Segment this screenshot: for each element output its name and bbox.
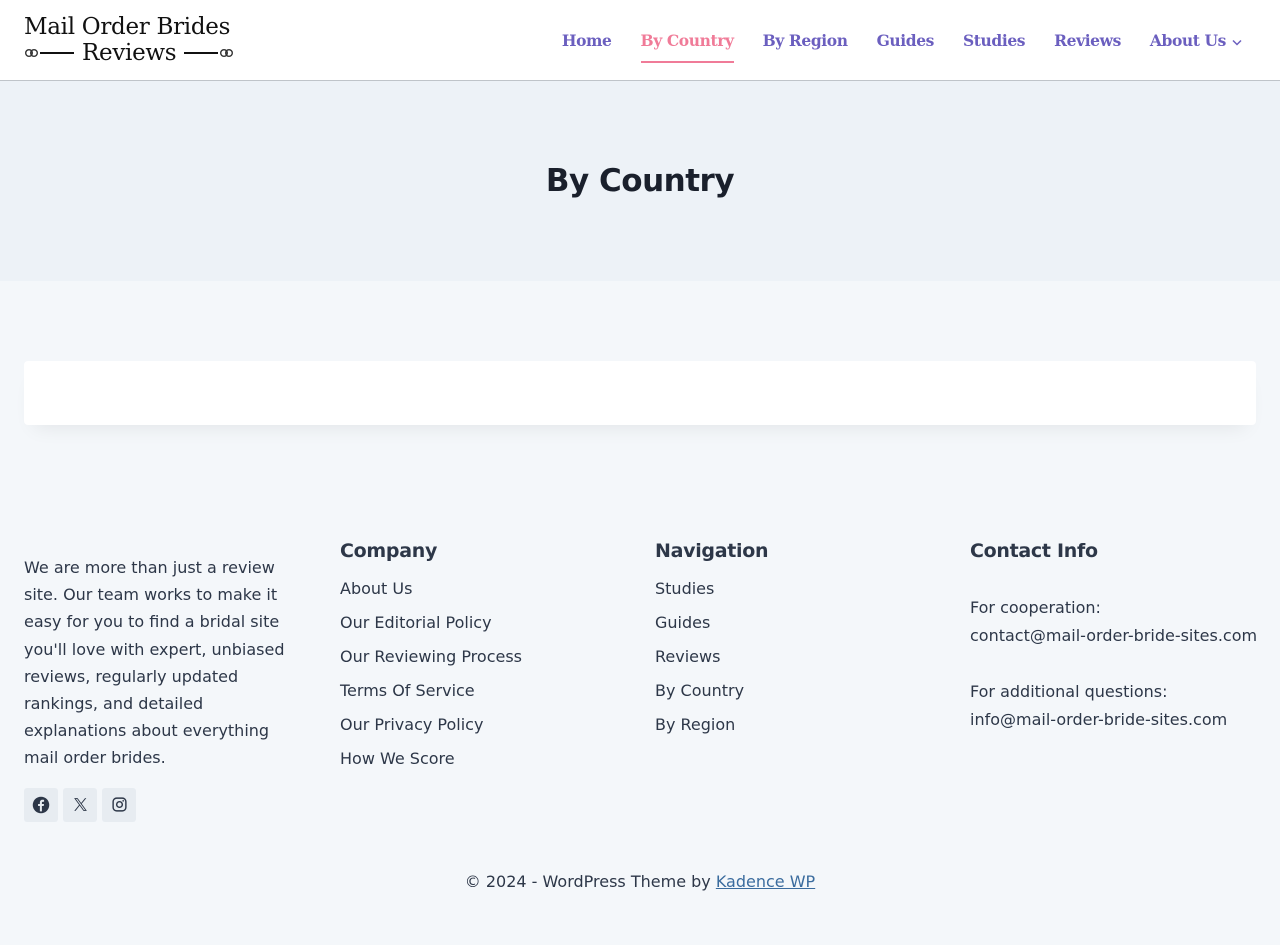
footer-contact: Contact Info For cooperation: contact@ma… [970,530,1270,734]
footer-link-reviewing-process[interactable]: Our Reviewing Process [340,640,522,674]
nav-by-region[interactable]: By Region [763,0,848,80]
contact-coop-label: For cooperation: [970,598,1101,617]
primary-nav: Home By Country By Region Guides Studies… [533,0,1242,80]
nav-about-us[interactable]: About Us [1150,0,1242,80]
footer-company-heading: Company [340,540,438,562]
footer-link-guides[interactable]: Guides [655,606,768,640]
contact-questions-email[interactable]: info@mail-order-bride-sites.com [970,706,1270,734]
footer-contact-heading: Contact Info [970,540,1098,562]
footer-company-links: About Us Our Editorial Policy Our Review… [340,572,522,776]
contact-cooperation: For cooperation: contact@mail-order-brid… [970,594,1270,650]
social-links [24,787,304,822]
footer-link-privacy[interactable]: Our Privacy Policy [340,708,522,742]
site-header: Mail Order Brides Reviews Home By Countr… [0,0,1280,81]
kadence-wp-link[interactable]: Kadence WP [716,872,815,891]
logo-title: Mail Order Brides [24,14,231,40]
footer-about: We are more than just a review site. Our… [24,554,304,822]
footer-link-terms[interactable]: Terms Of Service [340,674,522,708]
page-title: By Country [545,163,735,199]
footer-link-reviews[interactable]: Reviews [655,640,768,674]
logo-reviews: Reviews [82,40,177,66]
footer-link-how-we-score[interactable]: How We Score [340,742,522,776]
nav-by-country[interactable]: By Country [640,0,734,80]
contact-questions: For additional questions: info@mail-orde… [970,678,1270,734]
instagram-icon[interactable] [102,787,136,822]
contact-coop-email[interactable]: contact@mail-order-bride-sites.com [970,622,1270,650]
content-card [24,361,1256,425]
footer-link-editorial-policy[interactable]: Our Editorial Policy [340,606,522,640]
copyright: © 2024 - WordPress Theme by Kadence WP [0,872,1280,891]
footer-navigation-links: Studies Guides Reviews By Country By Reg… [655,572,768,742]
chevron-down-icon [1232,31,1242,50]
footer-about-text: We are more than just a review site. Our… [24,558,285,768]
nav-about-us-label: About Us [1149,30,1226,50]
footer-link-about-us[interactable]: About Us [340,572,522,606]
facebook-icon[interactable] [24,787,58,822]
copyright-text: © 2024 - WordPress Theme by [464,872,716,891]
contact-questions-label: For additional questions: [970,682,1168,701]
site-logo[interactable]: Mail Order Brides Reviews [24,14,234,66]
footer-link-by-region[interactable]: By Region [655,708,768,742]
x-icon[interactable] [63,787,97,822]
nav-home[interactable]: Home [562,0,612,80]
footer-company: Company About Us Our Editorial Policy Ou… [340,530,522,776]
nav-guides[interactable]: Guides [877,0,935,80]
nav-reviews[interactable]: Reviews [1054,0,1121,80]
footer-link-studies[interactable]: Studies [655,572,768,606]
logo-subtitle-row: Reviews [24,40,234,66]
nav-studies[interactable]: Studies [963,0,1026,80]
rings-right-icon [182,46,234,60]
footer-link-by-country[interactable]: By Country [655,674,768,708]
footer-navigation-heading: Navigation [655,540,769,562]
footer-navigation: Navigation Studies Guides Reviews By Cou… [655,530,769,742]
page-hero: By Country [0,81,1280,281]
rings-left-icon [24,46,76,60]
site-footer: We are more than just a review site. Our… [0,530,1280,830]
